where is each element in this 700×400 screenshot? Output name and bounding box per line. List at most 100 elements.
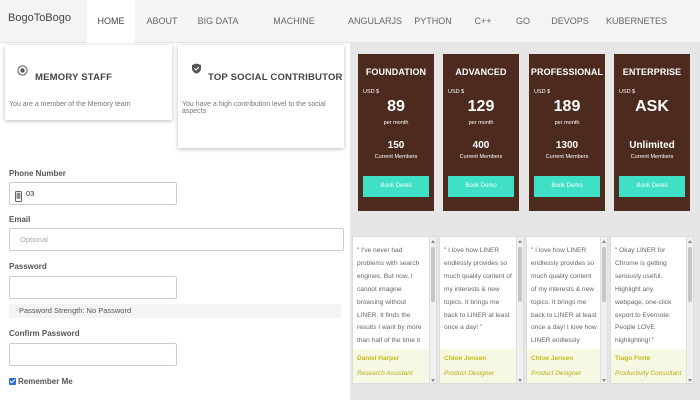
testimonial-role: Productivity Consultant — [615, 370, 682, 377]
book-demo-button[interactable]: Book Demo — [363, 176, 429, 197]
testimonial-name: Daniel Harper — [357, 355, 400, 362]
plan-members: 150 — [387, 140, 405, 151]
plan-currency: USD $ — [619, 89, 636, 95]
scrollbar[interactable] — [429, 237, 436, 383]
plan-price: 129 — [467, 98, 495, 115]
top-nav: BogoToBogo HOME ABOUT BIG DATA MACHINE L… — [0, 0, 700, 69]
plan-period: per month — [554, 120, 580, 126]
scroll-up-icon[interactable] — [518, 240, 522, 243]
nav-item-cpp[interactable]: C++ — [469, 0, 497, 43]
scroll-thumb[interactable] — [602, 247, 606, 302]
plan-period: per month — [468, 120, 494, 126]
testimonial-footer: Chloe Jensen Product Designer — [440, 349, 516, 383]
nav-item-go[interactable]: GO — [511, 0, 535, 43]
plan-price: 89 — [387, 98, 405, 115]
testimonial-footer: Daniel Harper Research Assistant — [353, 349, 429, 383]
plan-members: 400 — [472, 140, 490, 151]
plan-name: ADVANCED — [455, 67, 507, 77]
scroll-up-icon[interactable] — [688, 240, 692, 243]
testimonial-name: Chloe Jensen — [531, 355, 574, 362]
phone-label: Phone Number — [9, 169, 66, 178]
testimonial-quote: " I've never had problems with search en… — [357, 247, 422, 357]
testimonial-card: " I've never had problems with search en… — [352, 236, 437, 384]
testimonial-footer: Tiago Forte Productivity Consultant — [611, 349, 686, 383]
testimonial-role: Product Designer — [531, 370, 582, 377]
achievement-title: TOP SOCIAL CONTRIBUTOR — [208, 72, 343, 83]
plan-members: 1300 — [555, 140, 579, 151]
email-label: Email — [9, 215, 31, 224]
testimonial-card: " I love how LINER endlessly provides so… — [526, 236, 608, 384]
plan-period: per month — [383, 120, 409, 126]
medal-icon — [17, 63, 28, 76]
book-demo-button[interactable]: Book Demo — [619, 176, 685, 197]
testimonial-name: Chloe Jensen — [444, 355, 487, 362]
achievement-card: MEMORY STAFF You are a member of the Mem… — [5, 45, 172, 120]
nav-item-big-data[interactable]: BIG DATA — [192, 0, 244, 43]
testimonial-card: " I love how LINER endlessly provides so… — [439, 236, 524, 384]
phone-icon — [15, 189, 22, 207]
testimonial-role: Research Assistant — [357, 370, 413, 377]
password-strength: Password Strength: No Password — [9, 304, 341, 318]
achievement-title: MEMORY STAFF — [35, 72, 113, 83]
nav-item-python[interactable]: PYTHON — [413, 0, 453, 43]
plan-name: FOUNDATION — [365, 67, 427, 77]
remember-me[interactable]: Remember Me — [9, 377, 73, 386]
plan-price: 189 — [553, 98, 581, 115]
nav-item-kubernetes[interactable]: KUBERNETES — [606, 0, 667, 43]
phone-field[interactable] — [9, 182, 177, 205]
nav-item-home[interactable]: HOME — [87, 0, 135, 43]
plan-members-label: Current Members — [630, 154, 674, 160]
email-input[interactable] — [9, 228, 344, 251]
scroll-down-icon[interactable] — [602, 379, 606, 382]
nav-item-machine-learning[interactable]: MACHINE LEARNING — [254, 0, 334, 69]
testimonial-card: " Okay LINER for Chrome is getting serio… — [610, 236, 694, 384]
scroll-down-icon[interactable] — [688, 379, 692, 382]
phone-input[interactable] — [26, 186, 171, 201]
brand-logo[interactable]: BogoToBogo — [8, 12, 71, 24]
scroll-down-icon[interactable] — [518, 379, 522, 382]
pricing-plan: PROFESSIONAL USD $ 189 per month 1300 Cu… — [529, 54, 605, 211]
testimonial-name: Tiago Forte — [615, 355, 651, 362]
confirm-password-label: Confirm Password — [9, 329, 80, 338]
plan-name: ENTERPRISE — [622, 67, 682, 77]
scrollbar[interactable] — [516, 237, 523, 383]
pricing-plan: ADVANCED USD $ 129 per month 400 Current… — [443, 54, 519, 211]
achievement-card: TOP SOCIAL CONTRIBUTOR You have a high c… — [178, 45, 344, 148]
plan-currency: USD $ — [534, 89, 551, 95]
scroll-down-icon[interactable] — [431, 379, 435, 382]
scroll-thumb[interactable] — [518, 247, 522, 302]
testimonial-footer: Chloe Jensen Product Designer — [527, 349, 600, 383]
pricing-plan: ENTERPRISE USD $ ASK Unlimited Current M… — [614, 54, 690, 211]
nav-item-angularjs[interactable]: ANGULARJS — [348, 0, 402, 43]
plan-name: PROFESSIONAL — [530, 67, 604, 77]
remember-label: Remember Me — [18, 377, 73, 386]
shield-check-icon — [191, 61, 202, 74]
nav-item-about[interactable]: ABOUT — [141, 0, 183, 43]
password-input[interactable] — [9, 276, 177, 299]
pricing-plan: FOUNDATION USD $ 89 per month 150 Curren… — [358, 54, 434, 211]
nav-item-devops[interactable]: DEVOPS — [549, 0, 591, 43]
plan-currency: USD $ — [363, 89, 380, 95]
testimonial-quote: " Okay LINER for Chrome is getting serio… — [615, 247, 672, 345]
achievement-desc: You are a member of the Memory team — [9, 101, 131, 108]
testimonial-quote: " I love how LINER endlessly provides so… — [444, 247, 512, 332]
plan-members-label: Current Members — [459, 154, 503, 160]
plan-members: Unlimited — [629, 140, 675, 151]
scroll-thumb[interactable] — [688, 247, 692, 302]
scrollbar[interactable] — [686, 237, 693, 383]
plan-price: ASK — [635, 98, 669, 115]
book-demo-button[interactable]: Book Demo — [534, 176, 600, 197]
scroll-up-icon[interactable] — [431, 240, 435, 243]
achievement-desc: You have a high contribution level to th… — [182, 101, 326, 115]
plan-members-label: Current Members — [374, 154, 418, 160]
plan-members-label: Current Members — [545, 154, 589, 160]
scrollbar[interactable] — [600, 237, 607, 383]
testimonial-role: Product Designer — [444, 370, 495, 377]
plan-currency: USD $ — [448, 89, 465, 95]
password-label: Password — [9, 262, 47, 271]
book-demo-button[interactable]: Book Demo — [448, 176, 514, 197]
scroll-thumb[interactable] — [431, 247, 435, 302]
remember-checkbox[interactable] — [9, 378, 16, 385]
scroll-up-icon[interactable] — [602, 240, 606, 243]
confirm-password-input[interactable] — [9, 343, 177, 366]
